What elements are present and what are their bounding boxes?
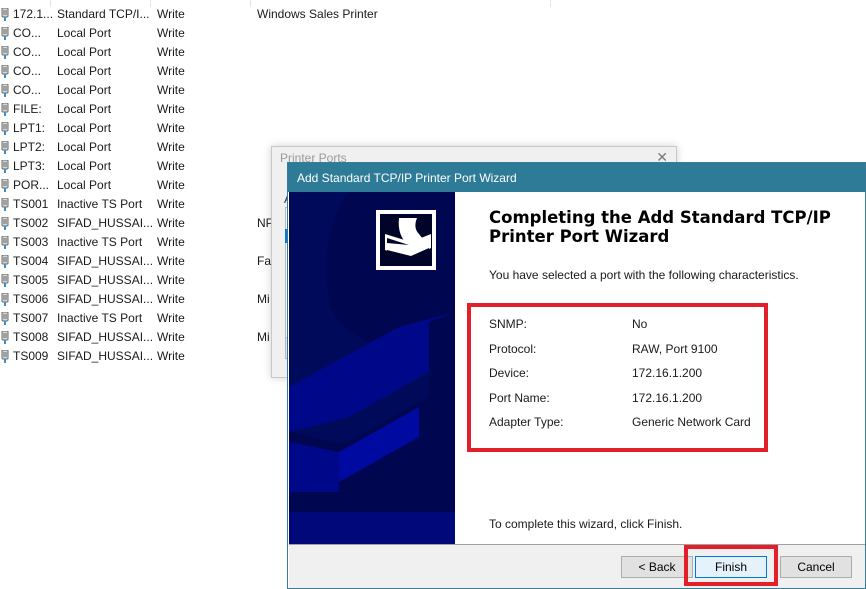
port-icon xyxy=(1,350,9,363)
port-access: Write xyxy=(157,254,185,268)
port-icon xyxy=(1,198,9,211)
port-description: SIFAD_HUSSAI... xyxy=(57,273,154,287)
port-description: Local Port xyxy=(57,45,112,59)
wizard-intro-text: You have selected a port with the follow… xyxy=(489,268,799,282)
port-access: Write xyxy=(157,178,185,192)
port-printer: Mi xyxy=(257,292,270,306)
port-name: 172.1... xyxy=(13,7,54,21)
port-access: Write xyxy=(157,121,185,135)
port-name: LPT2: xyxy=(13,140,46,154)
port-access: Write xyxy=(157,64,185,78)
port-description: Standard TCP/I... xyxy=(57,7,150,21)
port-description: Local Port xyxy=(57,159,112,173)
port-description: Inactive TS Port xyxy=(57,235,143,249)
port-icon xyxy=(1,236,9,249)
port-description: Local Port xyxy=(57,83,112,97)
port-access: Write xyxy=(157,235,185,249)
port-icon xyxy=(1,331,9,344)
port-name: TS006 xyxy=(13,292,49,306)
port-printer: Mi xyxy=(257,330,270,344)
port-name: TS002 xyxy=(13,216,49,230)
port-name: TS009 xyxy=(13,349,49,363)
port-row[interactable]: CO... Local Port Write xyxy=(0,81,600,100)
port-icon xyxy=(1,84,9,97)
port-access: Write xyxy=(157,292,185,306)
port-access: Write xyxy=(157,273,185,287)
port-icon xyxy=(1,8,9,21)
port-access: Write xyxy=(157,216,185,230)
port-description: SIFAD_HUSSAI... xyxy=(57,349,154,363)
port-description: SIFAD_HUSSAI... xyxy=(57,330,154,344)
port-name: CO... xyxy=(13,83,42,97)
port-icon xyxy=(1,122,9,135)
port-icon xyxy=(1,179,9,192)
port-name: TS007 xyxy=(13,311,49,325)
port-access: Write xyxy=(157,330,185,344)
port-description: Local Port xyxy=(57,178,112,192)
port-name: CO... xyxy=(13,26,42,40)
port-name: FILE: xyxy=(13,102,42,116)
port-icon xyxy=(1,103,9,116)
wizard-button-bar: < Back Finish Cancel xyxy=(289,544,865,588)
port-description: Local Port xyxy=(57,102,112,116)
port-printer: Windows Sales Printer xyxy=(257,7,378,21)
port-description: Local Port xyxy=(57,26,112,40)
port-access: Write xyxy=(157,159,185,173)
port-access: Write xyxy=(157,102,185,116)
wizard-heading: Completing the Add Standard TCP/IP Print… xyxy=(489,208,831,246)
port-name: POR... xyxy=(13,178,50,192)
port-description: Local Port xyxy=(57,121,112,135)
cancel-button[interactable]: Cancel xyxy=(780,556,852,578)
port-icon xyxy=(1,46,9,59)
port-icon xyxy=(1,160,9,173)
back-button[interactable]: < Back xyxy=(621,556,693,578)
port-description: SIFAD_HUSSAI... xyxy=(57,254,154,268)
port-row[interactable]: CO... Local Port Write xyxy=(0,62,600,81)
port-icon xyxy=(1,27,9,40)
port-description: Local Port xyxy=(57,140,112,154)
port-row[interactable]: CO... Local Port Write xyxy=(0,24,600,43)
port-access: Write xyxy=(157,45,185,59)
wizard-banner xyxy=(289,192,455,544)
port-access: Write xyxy=(157,26,185,40)
characteristics-highlight xyxy=(467,303,768,452)
port-row[interactable]: CO... Local Port Write xyxy=(0,43,600,62)
port-description: SIFAD_HUSSAI... xyxy=(57,216,154,230)
port-name: LPT1: xyxy=(13,121,46,135)
port-icon xyxy=(1,217,9,230)
port-name: LPT3: xyxy=(13,159,46,173)
port-icon xyxy=(1,255,9,268)
port-access: Write xyxy=(157,349,185,363)
port-access: Write xyxy=(157,311,185,325)
port-row[interactable]: 172.1... Standard TCP/I... Write Windows Sa… xyxy=(0,5,600,24)
port-name: CO... xyxy=(13,64,42,78)
port-icon xyxy=(1,274,9,287)
port-access: Write xyxy=(157,197,185,211)
port-access: Write xyxy=(157,140,185,154)
port-name: CO... xyxy=(13,45,42,59)
printer-banner-art xyxy=(289,192,455,544)
port-row[interactable]: FILE: Local Port Write xyxy=(0,100,600,119)
port-name: TS005 xyxy=(13,273,49,287)
printer-icon xyxy=(376,210,436,270)
wizard-titlebar[interactable]: Add Standard TCP/IP Printer Port Wizard xyxy=(288,163,865,192)
port-icon xyxy=(1,65,9,78)
port-access: Write xyxy=(157,7,185,21)
finish-highlight xyxy=(684,545,778,586)
port-name: TS003 xyxy=(13,235,49,249)
port-description: Inactive TS Port xyxy=(57,197,143,211)
port-access: Write xyxy=(157,83,185,97)
port-icon xyxy=(1,141,9,154)
wizard-completion-text: To complete this wizard, click Finish. xyxy=(489,517,683,531)
port-icon xyxy=(1,312,9,325)
port-description: Local Port xyxy=(57,64,112,78)
port-name: TS001 xyxy=(13,197,49,211)
port-description: Inactive TS Port xyxy=(57,311,143,325)
port-name: TS008 xyxy=(13,330,49,344)
port-name: TS004 xyxy=(13,254,49,268)
port-row[interactable]: LPT1: Local Port Write xyxy=(0,119,600,138)
port-icon xyxy=(1,293,9,306)
port-description: SIFAD_HUSSAI... xyxy=(57,292,154,306)
wizard-title: Add Standard TCP/IP Printer Port Wizard xyxy=(297,171,517,185)
